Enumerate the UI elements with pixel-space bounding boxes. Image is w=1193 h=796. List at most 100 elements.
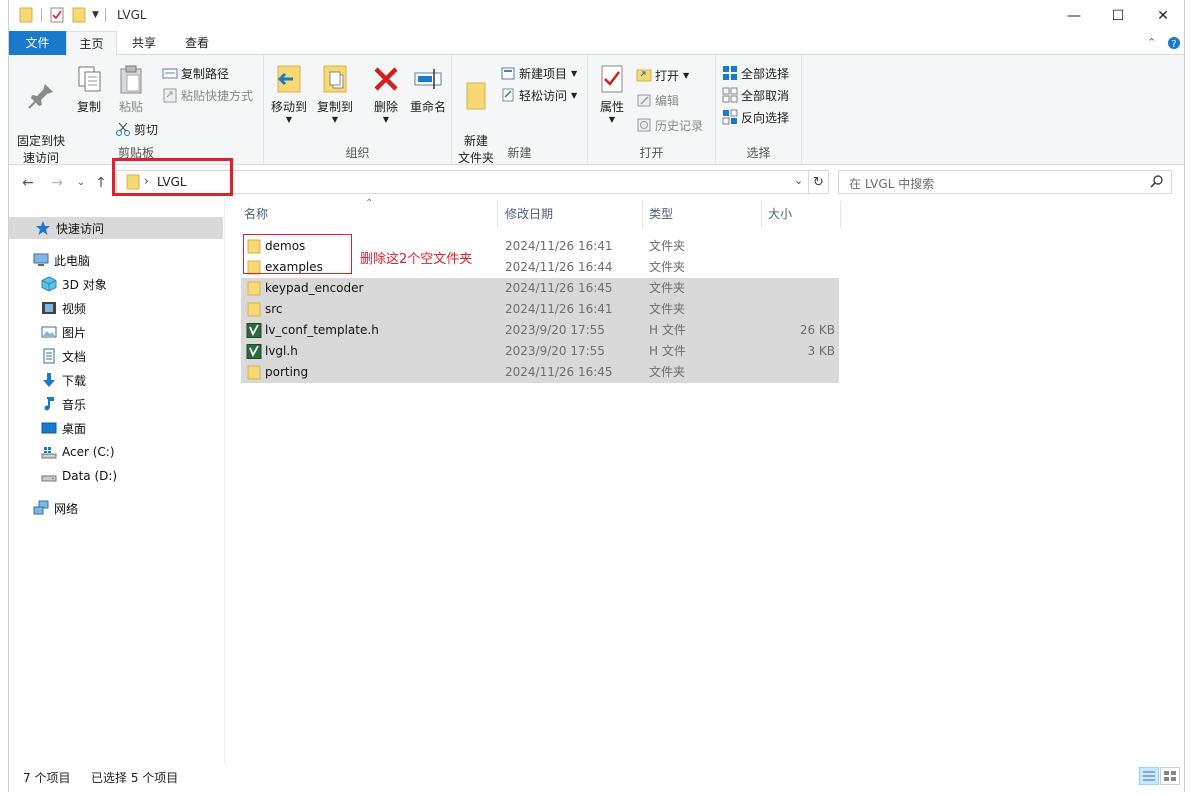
svg-text:?: ?: [1171, 39, 1176, 50]
nav-music[interactable]: 音乐: [41, 393, 86, 415]
help-icon[interactable]: ?: [1167, 36, 1181, 53]
table-row[interactable]: lv_conf_template.h 2023/9/20 17:55 H 文件 26 …: [241, 320, 839, 341]
close-button[interactable]: ✕: [1140, 0, 1186, 31]
copy-label: 复制: [76, 100, 101, 114]
nav-desktop[interactable]: 桌面: [41, 417, 86, 439]
nav-3d-objects[interactable]: 3D 对象: [41, 273, 107, 295]
customize-toolbar-dropdown-icon[interactable]: ▼: [92, 10, 99, 20]
nav-drive-d[interactable]: Data (D:): [41, 465, 117, 487]
navigation-pane: 快速访问 此电脑 3D 对象 视频 图片 文档 下载 音乐 桌面 Acer (C…: [9, 201, 225, 764]
minimize-ribbon-icon[interactable]: ⌃: [1147, 36, 1156, 49]
column-header-type[interactable]: 类型: [646, 201, 762, 228]
annotation-box: [243, 234, 352, 274]
paste-shortcut-button[interactable]: 粘贴快捷方式: [162, 85, 253, 105]
download-arrow-icon: [43, 373, 55, 387]
copy-to-label: 复制到: [316, 100, 353, 114]
column-header-size[interactable]: 大小: [765, 201, 841, 228]
music-note-icon: [44, 397, 54, 411]
cut-button[interactable]: 剪切: [115, 119, 158, 139]
open-icon: [636, 69, 652, 82]
paste-shortcut-label: 粘贴快捷方式: [181, 88, 254, 103]
delete-button[interactable]: 删除 ▼: [368, 63, 404, 124]
new-item-button[interactable]: 新建项目 ▼: [500, 63, 577, 83]
column-header-date[interactable]: 修改日期: [502, 201, 643, 228]
organize-group-label: 组织: [345, 146, 370, 160]
column-header-name[interactable]: 名称: [241, 201, 498, 228]
rename-label: 重命名: [409, 100, 446, 114]
refresh-icon[interactable]: ↻: [809, 170, 829, 194]
folder-icon: [247, 302, 261, 317]
network-icon: [33, 500, 49, 515]
file-date: 2024/11/26 16:45: [505, 281, 613, 295]
address-history-chevron-icon[interactable]: ⌄: [794, 174, 803, 187]
easy-access-icon: [502, 88, 514, 102]
select-all-button[interactable]: 全部选择: [722, 63, 789, 83]
picture-icon: [41, 326, 57, 338]
chevron-down-icon: ▼: [571, 68, 578, 78]
windows-drive-icon: [41, 447, 57, 459]
file-size: [761, 257, 835, 278]
nav-drive-d-label: Data (D:): [62, 469, 118, 483]
annotation-text: 删除这2个空文件夹: [360, 252, 473, 267]
tab-view[interactable]: 查看: [172, 31, 222, 55]
nav-quick-access[interactable]: 快速访问: [9, 217, 223, 239]
nav-videos[interactable]: 视频: [41, 297, 86, 319]
easy-access-button[interactable]: 轻松访问 ▼: [500, 85, 577, 105]
select-group: 全部选择 全部取消 反向选择 选择: [716, 55, 802, 165]
copy-to-folder-icon: [323, 65, 347, 93]
nav-documents[interactable]: 文档: [41, 345, 86, 367]
copy-to-button[interactable]: 复制到 ▼: [314, 63, 356, 124]
recent-locations-chevron-icon[interactable]: ⌄: [71, 173, 91, 193]
computer-icon: [33, 253, 49, 266]
copy-button[interactable]: 复制: [71, 63, 107, 116]
window-title: LVGL: [117, 8, 147, 22]
minimize-button[interactable]: —: [1051, 0, 1097, 31]
nav-this-pc-label: 此电脑: [54, 253, 91, 268]
rename-button[interactable]: 重命名: [408, 63, 448, 116]
forward-arrow-icon[interactable]: →: [47, 173, 67, 193]
tab-file[interactable]: 文件: [9, 31, 66, 55]
quick-access-toolbar: ▼: [19, 6, 106, 24]
edit-label: 编辑: [655, 93, 680, 108]
chevron-down-icon: ▼: [683, 70, 690, 80]
properties-check-icon[interactable]: [50, 7, 64, 23]
open-label: 打开: [655, 68, 680, 83]
paste-button[interactable]: 粘贴: [113, 63, 149, 116]
back-arrow-icon[interactable]: ←: [18, 173, 38, 193]
table-row[interactable]: keypad_encoder 2024/11/26 16:45 文件夹: [241, 278, 839, 299]
edit-button[interactable]: 编辑: [636, 90, 679, 110]
chevron-down-icon: ▼: [571, 90, 578, 100]
table-row[interactable]: lvgl.h 2023/9/20 17:55 H 文件 3 KB: [241, 341, 839, 362]
nav-downloads[interactable]: 下载: [41, 369, 86, 391]
open-button[interactable]: 打开 ▼: [636, 65, 689, 85]
details-view-button[interactable]: [1139, 767, 1159, 785]
select-none-button[interactable]: 全部取消: [722, 85, 789, 105]
invert-selection-button[interactable]: 反向选择: [722, 107, 789, 127]
table-row[interactable]: src 2024/11/26 16:41 文件夹: [241, 299, 839, 320]
history-label: 历史记录: [655, 118, 704, 133]
move-to-button[interactable]: 移动到 ▼: [268, 63, 310, 124]
h-file-icon: [246, 323, 262, 338]
folder-icon[interactable]: [19, 7, 33, 23]
desktop-icon: [41, 422, 57, 434]
properties-button[interactable]: 属性 ▼: [592, 63, 632, 124]
nav-drive-c[interactable]: Acer (C:): [41, 441, 115, 463]
nav-network[interactable]: 网络: [33, 497, 78, 519]
select-all-label: 全部选择: [741, 66, 790, 81]
large-icons-view-button[interactable]: [1160, 767, 1180, 785]
history-button[interactable]: 历史记录: [636, 115, 703, 135]
table-row[interactable]: porting 2024/11/26 16:45 文件夹: [241, 362, 839, 383]
up-arrow-icon[interactable]: ↑: [91, 173, 111, 193]
maximize-button[interactable]: ☐: [1095, 0, 1141, 31]
tab-home[interactable]: 主页: [66, 31, 117, 56]
search-box[interactable]: 在 LVGL 中搜索: [838, 170, 1172, 194]
file-name: lvgl.h: [265, 344, 298, 358]
file-name: porting: [265, 365, 309, 379]
star-icon: [36, 221, 50, 235]
nav-this-pc[interactable]: 此电脑: [33, 249, 90, 271]
tab-share[interactable]: 共享: [121, 31, 167, 55]
nav-pictures[interactable]: 图片: [41, 321, 86, 343]
copy-path-button[interactable]: 复制路径: [162, 63, 229, 83]
new-folder-icon[interactable]: [72, 7, 86, 23]
h-file-icon: [246, 344, 262, 359]
